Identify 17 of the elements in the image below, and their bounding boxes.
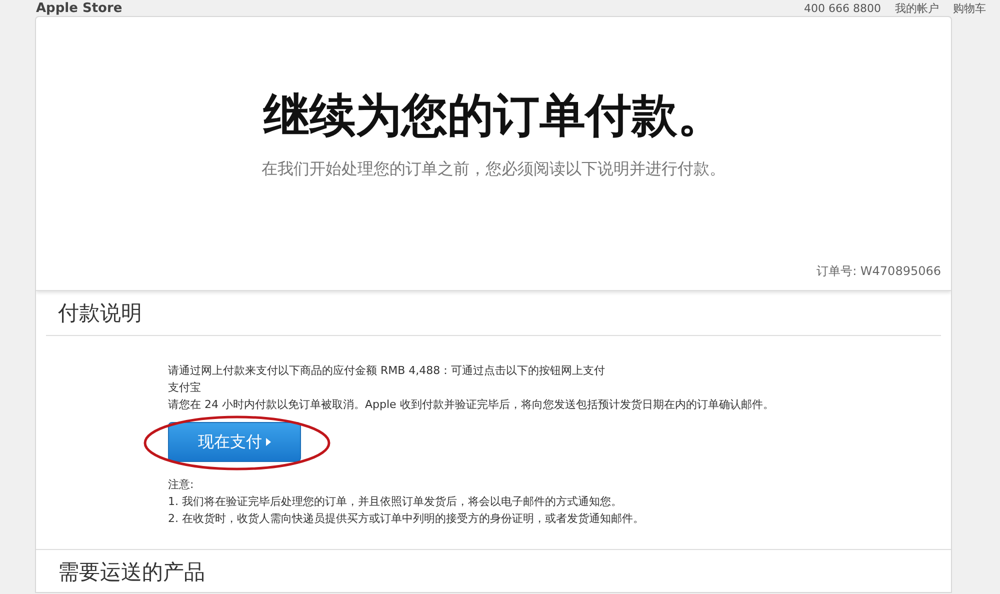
phone-number[interactable]: 400 666 8800 [804, 2, 881, 14]
caret-icon [266, 438, 271, 446]
order-number: 订单号: W470895066 [816, 263, 941, 280]
page-subtitle: 在我们开始处理您的订单之前，您必须阅读以下说明并进行付款。 [262, 159, 726, 180]
instruction-text: 请通过网上付款来支付以下商品的应付金额 RMB 4,488：可通过点击以下的按钮网上支付 [168, 363, 606, 379]
pay-now-button[interactable]: 现在支付 [168, 422, 301, 462]
store-logo: Apple Store [36, 0, 122, 16]
section-heading: 需要运送的产品 [57, 559, 206, 586]
cart-link[interactable]: 购物车 [953, 0, 986, 16]
section-heading: 付款说明 [46, 291, 941, 336]
note-text: 1. 我们将在验证完毕后处理您的订单，并且依照订单发货后，将会以电子邮件的方式通知您。 [168, 494, 622, 510]
notes-heading: 注意: [168, 477, 194, 493]
note-text: 2. 在收货时，收货人需向快递员提供买方或订单中列明的接受方的身份证明，或者发货通知邮件。 [168, 511, 644, 527]
instruction-text: 支付宝 [168, 380, 201, 396]
account-link[interactable]: 我的帐户 [895, 0, 939, 16]
instruction-text: 请您在 24 小时内付款以免订单被取消。Apple 收到付款并验证完毕后，将向您发送包括预计发货日期在内的订单确认邮件。 [168, 397, 774, 413]
page-title: 继续为您的订单付款。 [264, 87, 724, 144]
